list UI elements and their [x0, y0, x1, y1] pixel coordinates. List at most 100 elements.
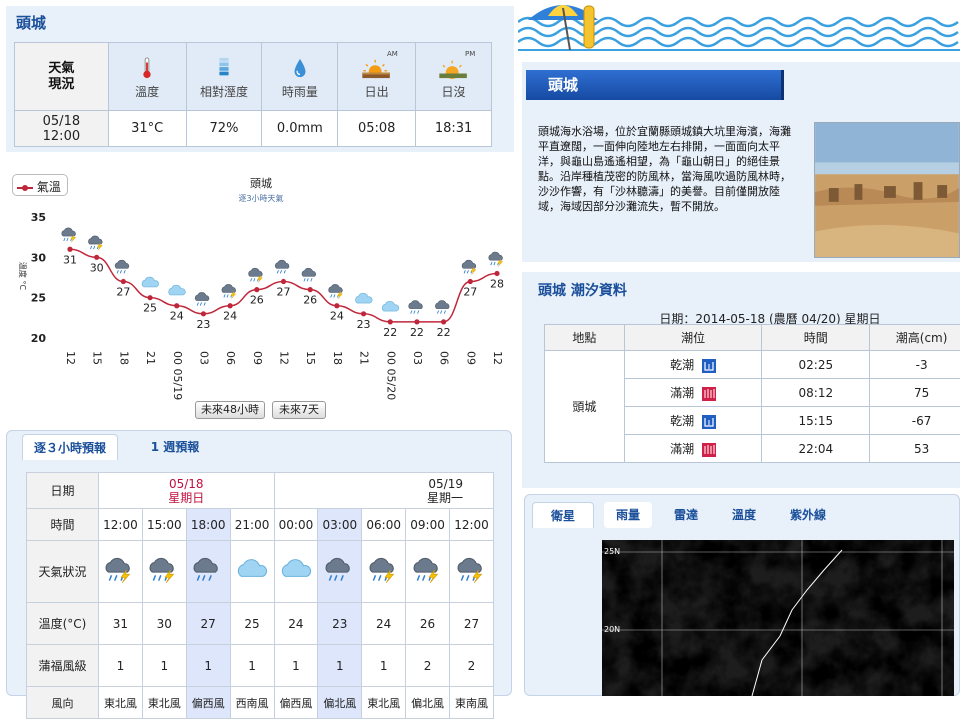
temperature-data-label: 26 — [250, 294, 264, 307]
chart-weather-icon — [382, 301, 399, 311]
rain-icon — [195, 292, 209, 305]
tide-height: -3 — [870, 351, 960, 379]
forecast-time: 12:00 — [450, 509, 494, 541]
forecast-weather — [99, 541, 143, 603]
sunset-header: 日沒 — [416, 43, 492, 111]
tab-satellite[interactable]: 衛星 — [532, 502, 594, 528]
forecast-time: 15:00 — [142, 509, 186, 541]
sunrise-icon — [359, 57, 395, 79]
x-tick-label: 00 05/19 — [171, 351, 184, 400]
row-label-wind-scale: 蒲福風級 — [27, 645, 99, 687]
forecast-wind-direction: 東北風 — [142, 687, 186, 719]
sunrise-header-label: 日出 — [365, 85, 389, 99]
humidity-bar-icon — [217, 57, 231, 79]
next-7-days-button[interactable]: 未來7天 — [272, 401, 326, 419]
x-tick-label: 12 — [491, 351, 504, 365]
x-tick-label: 21 — [144, 351, 157, 365]
current-humidity: 72% — [186, 111, 262, 147]
sunrise-time: 05:08 — [338, 111, 416, 147]
rainfall-header: 時雨量 — [262, 43, 338, 111]
temperature-point — [94, 255, 99, 260]
tide-height: 75 — [870, 379, 960, 407]
tide-header-location: 地點 — [545, 325, 625, 351]
current-weather-label-text: 天氣現況 — [48, 61, 74, 92]
temperature-point — [121, 279, 126, 284]
row-label-time: 時間 — [27, 509, 99, 541]
next-48-hours-button[interactable]: 未來48小時 — [195, 401, 265, 419]
forecast-temperature: 25 — [230, 603, 274, 645]
humidity-header-label: 相對溼度 — [200, 85, 248, 99]
y-tick-label: 30 — [31, 251, 47, 264]
chart-weather-icon — [115, 260, 129, 273]
forecast-time: 18:00 — [186, 509, 230, 541]
tide-level: 乾潮 — [624, 407, 762, 435]
forecast-time: 12:00 — [99, 509, 143, 541]
wave-banner — [518, 0, 960, 52]
chart-weather-icon — [489, 252, 503, 266]
satellite-image: 25N 20N — [602, 540, 954, 696]
raindrop-icon — [292, 57, 308, 79]
x-tick-label: 12 — [278, 351, 291, 365]
row-label-wind-direction: 風向 — [27, 687, 99, 719]
row-label-date: 日期 — [27, 473, 99, 509]
rainfall-header-label: 時雨量 — [282, 85, 318, 99]
thunderstorm-icon — [147, 557, 181, 583]
beach-title-banner: 頭城 — [526, 70, 784, 100]
tab-rainfall[interactable]: 雨量 — [604, 502, 652, 528]
tide-title: 頭城 潮汐資料 — [538, 280, 627, 300]
sunrise-header: 日出 — [338, 43, 416, 111]
chart-weather-icon — [195, 292, 209, 305]
chart-weather-icon — [435, 301, 449, 314]
forecast-wind-direction: 偏西風 — [186, 687, 230, 719]
high-tide-icon — [702, 387, 716, 401]
y-tick-label: 25 — [31, 292, 46, 305]
sunset-header-label: 日沒 — [442, 85, 466, 99]
temperature-data-label: 27 — [116, 286, 130, 299]
thunderstorm-icon — [222, 284, 236, 298]
thunderstorm-icon — [455, 557, 489, 583]
forecast-weather — [230, 541, 274, 603]
forecast-time: 09:00 — [406, 509, 450, 541]
forecast-time: 06:00 — [362, 509, 406, 541]
temperature-point — [67, 247, 72, 252]
forecast-date-1: 05/18星期日 — [99, 473, 275, 509]
forecast-wind-direction: 西南風 — [230, 687, 274, 719]
tide-time: 22:04 — [762, 435, 870, 463]
forecast-temperature: 26 — [406, 603, 450, 645]
x-tick-label: 12 — [64, 351, 77, 365]
temperature-chart: 頭城 逐3小時天氣 溫度 °C 20253035 313027252423242… — [0, 165, 514, 423]
x-tick-label: 06 — [438, 351, 451, 365]
thunderstorm-icon — [462, 260, 476, 274]
tab-uv-index[interactable]: 紫外線 — [780, 502, 836, 528]
x-tick-label: 03 — [411, 351, 424, 365]
x-tick-label: 00 05/20 — [384, 351, 397, 400]
sunset-pm-tag: PM — [465, 50, 475, 58]
tab-3-hour-forecast[interactable]: 逐３小時預報 — [22, 434, 118, 460]
tab-1-week-forecast[interactable]: 1 週預報 — [130, 434, 220, 460]
chart-weather-icon — [302, 268, 316, 281]
temperature-header-label: 溫度 — [135, 85, 159, 99]
x-tick-label: 18 — [331, 351, 344, 365]
row-label-temperature: 溫度(°C) — [27, 603, 99, 645]
forecast-wind-scale: 1 — [318, 645, 362, 687]
chart-weather-icons — [62, 228, 503, 314]
tide-level-text: 乾潮 — [670, 358, 694, 372]
forecast-wind-scale: 1 — [362, 645, 406, 687]
temperature-point — [147, 295, 152, 300]
temperature-header: 溫度 — [108, 43, 186, 111]
forecast-wind-scale: 1 — [99, 645, 143, 687]
chart-weather-icon — [142, 277, 159, 287]
thunderstorm-icon — [329, 284, 343, 298]
temperature-point — [414, 319, 419, 324]
forecast-wind-direction: 偏西風 — [274, 687, 318, 719]
tab-radar[interactable]: 雷達 — [662, 502, 710, 528]
chart-weather-icon — [275, 260, 289, 273]
thunderstorm-icon — [103, 557, 137, 583]
temperature-data-label: 23 — [196, 318, 210, 331]
forecast-day-2-text: 星期一 — [275, 491, 464, 505]
forecast-wind-scale: 1 — [274, 645, 318, 687]
tab-temperature[interactable]: 溫度 — [720, 502, 768, 528]
chart-x-ticks: 1215182100 05/190306091215182100 05/2003… — [64, 351, 504, 400]
low-tide-icon — [702, 415, 716, 429]
tide-row: 頭城乾潮02:25-3 — [545, 351, 960, 379]
